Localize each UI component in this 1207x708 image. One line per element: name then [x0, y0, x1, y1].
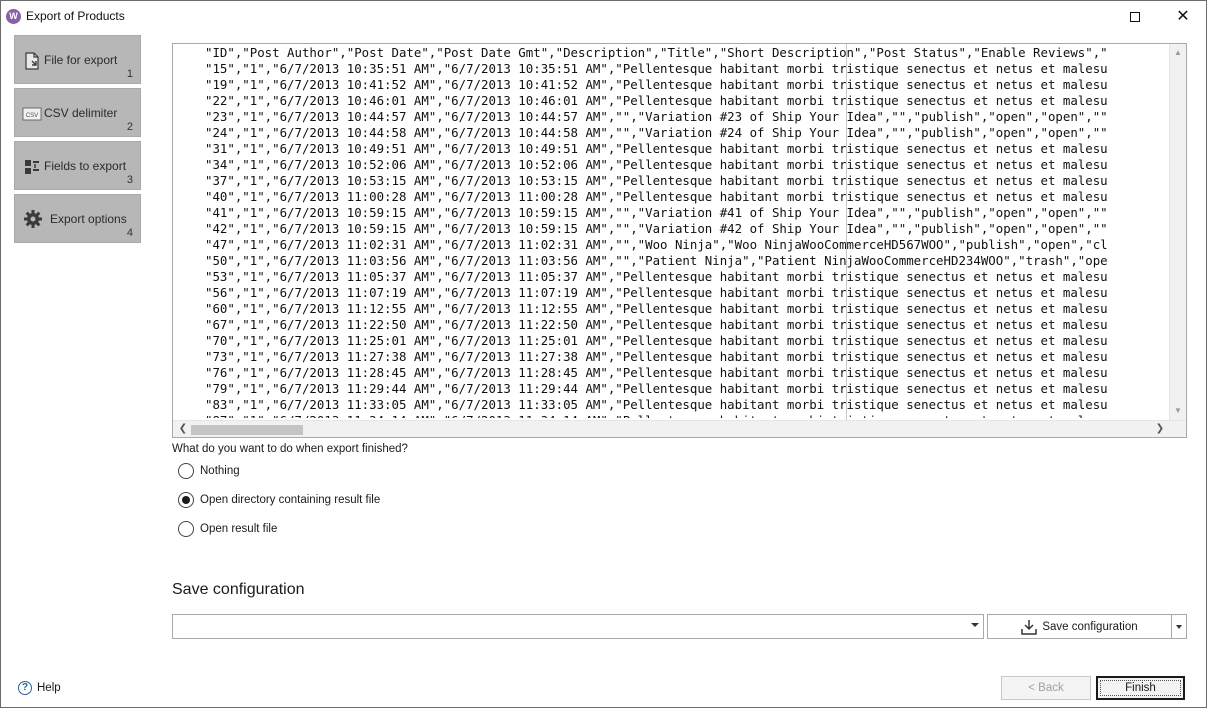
chevron-down-icon[interactable]: [971, 623, 979, 627]
preview-line: "42","1","6/7/2013 10:59:15 AM","6/7/201…: [205, 221, 1108, 236]
export-dialog: W Export of Products ✕ File for export 1…: [0, 0, 1207, 708]
file-export-icon: [22, 51, 42, 71]
download-icon: [1021, 619, 1038, 635]
preview-line: "37","1","6/7/2013 10:53:15 AM","6/7/201…: [205, 173, 1108, 188]
preview-line: "60","1","6/7/2013 11:12:55 AM","6/7/201…: [205, 301, 1108, 316]
radio-label: Open result file: [200, 523, 278, 535]
help-icon: ?: [18, 681, 32, 695]
preview-line: "70","1","6/7/2013 11:25:01 AM","6/7/201…: [205, 333, 1108, 348]
step-number: 3: [126, 174, 133, 186]
step-label: Fields to export: [44, 159, 127, 173]
radio-nothing[interactable]: Nothing: [178, 462, 240, 480]
step-label: File for export: [44, 53, 118, 67]
step-export-options[interactable]: Export options 4: [14, 194, 141, 243]
preview-line: "73","1","6/7/2013 11:27:38 AM","6/7/201…: [205, 349, 1108, 364]
radio-button[interactable]: [178, 521, 194, 537]
svg-text:CSV: CSV: [26, 113, 38, 119]
gear-icon: [23, 209, 43, 229]
step-label: Export options: [50, 212, 127, 226]
scroll-left-icon[interactable]: ❮: [175, 422, 191, 436]
radio-open-result-file[interactable]: Open result file: [178, 520, 277, 538]
preview-line: "31","1","6/7/2013 10:49:51 AM","6/7/201…: [205, 141, 1108, 156]
window-title: Export of Products: [26, 9, 125, 23]
close-button[interactable]: ✕: [1160, 1, 1206, 32]
preview-line: "53","1","6/7/2013 11:05:37 AM","6/7/201…: [205, 269, 1108, 284]
preview-line: "83","1","6/7/2013 11:33:05 AM","6/7/201…: [205, 397, 1108, 412]
app-logo-icon: W: [6, 9, 21, 24]
save-configuration-label: Save configuration: [1042, 620, 1138, 633]
radio-button[interactable]: [178, 463, 194, 479]
save-configuration-button[interactable]: Save configuration: [987, 614, 1172, 639]
preview-line: "87","1","6/7/2013 11:34:14 AM","6/7/201…: [205, 413, 1170, 418]
preview-line: "19","1","6/7/2013 10:41:52 AM","6/7/201…: [205, 77, 1108, 92]
step-label: CSV delimiter: [44, 106, 118, 120]
title-bar: W Export of Products ✕: [1, 1, 1206, 32]
step-file-for-export[interactable]: File for export 1: [14, 35, 141, 84]
preview-line: "22","1","6/7/2013 10:46:01 AM","6/7/201…: [205, 93, 1108, 108]
csv-preview-textarea[interactable]: "ID","Post Author","Post Date","Post Dat…: [172, 43, 1187, 438]
preview-line: "50","1","6/7/2013 11:03:56 AM","6/7/201…: [205, 253, 1108, 268]
radio-label: Nothing: [200, 465, 240, 477]
step-fields-to-export[interactable]: Fields to export 3: [14, 141, 141, 190]
maximize-icon: [1130, 11, 1140, 22]
preview-line: "34","1","6/7/2013 10:52:06 AM","6/7/201…: [205, 157, 1108, 172]
vertical-scrollbar[interactable]: ▲ ▼: [1169, 44, 1186, 420]
preview-line: "40","1","6/7/2013 11:00:28 AM","6/7/201…: [205, 189, 1108, 204]
scroll-up-icon[interactable]: ▲: [1170, 46, 1186, 60]
preview-line: "41","1","6/7/2013 10:59:15 AM","6/7/201…: [205, 205, 1108, 220]
close-icon: ✕: [1176, 7, 1190, 25]
save-configuration-heading: Save configuration: [172, 581, 305, 598]
chevron-down-icon: [1176, 625, 1182, 629]
preview-line: "15","1","6/7/2013 10:35:51 AM","6/7/201…: [205, 61, 1108, 76]
preview-content: "ID","Post Author","Post Date","Post Dat…: [205, 45, 1170, 418]
help-link[interactable]: ? Help: [18, 680, 61, 696]
preview-line: "47","1","6/7/2013 11:02:31 AM","6/7/201…: [205, 237, 1108, 252]
finish-button[interactable]: Finish: [1096, 676, 1185, 700]
back-button[interactable]: < Back: [1001, 676, 1091, 700]
horizontal-scrollbar[interactable]: ❮ ❯: [173, 420, 1186, 437]
radio-button[interactable]: [178, 492, 194, 508]
preview-column-guide: [846, 44, 847, 420]
preview-line: "76","1","6/7/2013 11:28:45 AM","6/7/201…: [205, 365, 1108, 380]
configuration-combobox[interactable]: [172, 614, 984, 639]
preview-line: "24","1","6/7/2013 10:44:58 AM","6/7/201…: [205, 125, 1108, 140]
step-number: 2: [126, 121, 133, 133]
step-number: 4: [126, 227, 133, 239]
save-configuration-dropdown[interactable]: [1171, 614, 1187, 639]
radio-open-directory[interactable]: Open directory containing result file: [178, 491, 380, 509]
scroll-right-icon[interactable]: ❯: [1152, 422, 1168, 436]
radio-label: Open directory containing result file: [200, 494, 381, 506]
maximize-button[interactable]: [1112, 1, 1158, 32]
horizontal-scroll-thumb[interactable]: [191, 425, 303, 435]
csv-icon: CSV: [22, 104, 42, 124]
preview-line: "79","1","6/7/2013 11:29:44 AM","6/7/201…: [205, 381, 1108, 396]
help-label: Help: [37, 682, 61, 694]
preview-line: "56","1","6/7/2013 11:07:19 AM","6/7/201…: [205, 285, 1108, 300]
preview-line: "ID","Post Author","Post Date","Post Dat…: [205, 45, 1108, 60]
finish-action-question: What do you want to do when export finis…: [172, 443, 408, 455]
preview-line: "67","1","6/7/2013 11:22:50 AM","6/7/201…: [205, 317, 1108, 332]
scroll-down-icon[interactable]: ▼: [1170, 404, 1186, 418]
preview-line: "23","1","6/7/2013 10:44:57 AM","6/7/201…: [205, 109, 1108, 124]
fields-icon: [22, 157, 42, 177]
step-number: 1: [126, 68, 133, 80]
step-csv-delimiter[interactable]: CSV CSV delimiter 2: [14, 88, 141, 137]
